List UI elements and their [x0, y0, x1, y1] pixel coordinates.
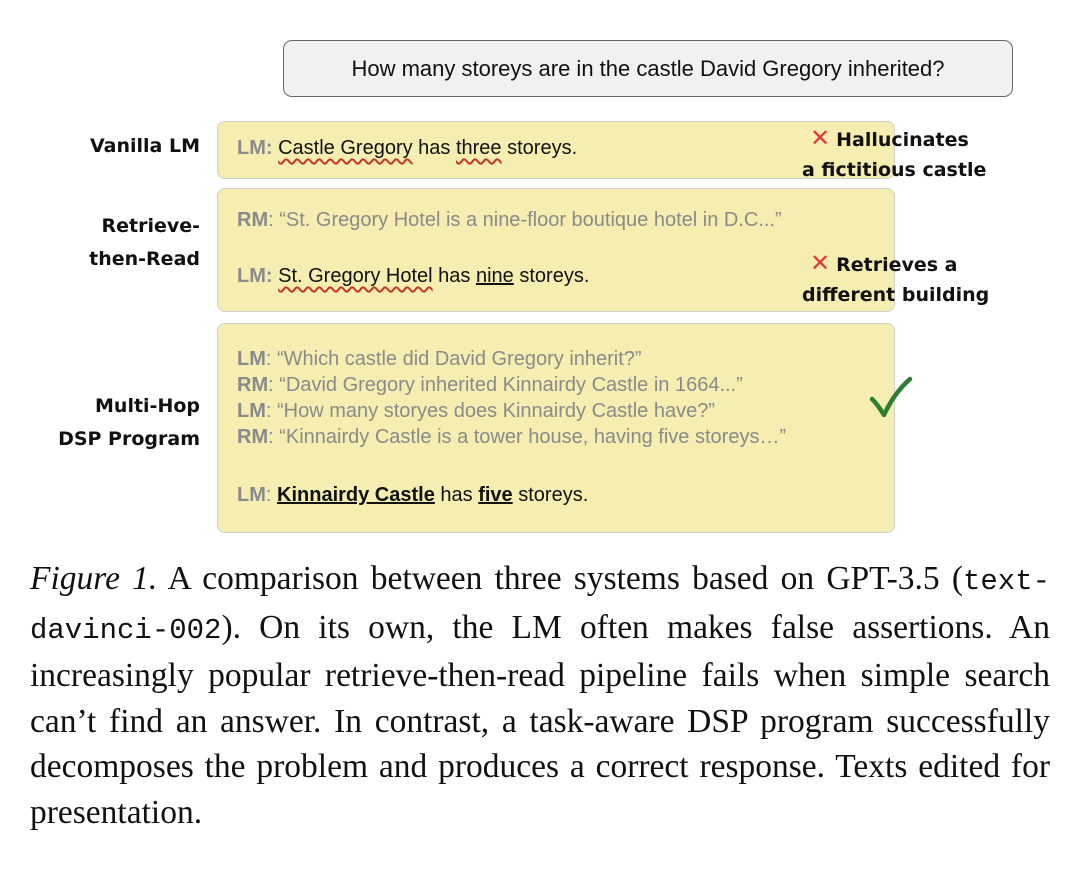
answer-colon: : — [265, 484, 278, 506]
step-text: : “Which castle did David Gregory inheri… — [265, 348, 642, 370]
vanilla-verdict: ✕ Hallucinates a fictitious castle — [802, 123, 986, 185]
dsp-step: LM: “How many storyes does Kinnairdy Cas… — [237, 400, 715, 423]
lm-role-label: LM — [237, 348, 266, 370]
rm-role-label: RM — [237, 426, 269, 448]
answer-text: storeys. — [501, 137, 578, 159]
row-label-line: Retrieve- — [101, 215, 200, 237]
figure-label: Figure 1. — [30, 560, 158, 597]
dsp-step: RM: “Kinnairdy Castle is a tower house, … — [237, 426, 786, 449]
hallucinated-number: three — [455, 137, 502, 159]
row-label-retrieve-then-read: Retrieve- then-Read — [89, 210, 200, 276]
step-text: : “Kinnairdy Castle is a tower house, ha… — [268, 426, 787, 448]
verdict-text: a fictitious castle — [802, 159, 987, 181]
rtr-verdict: ✕ Retrieves a different building — [802, 248, 989, 310]
row-label-text: Vanilla LM — [89, 135, 200, 157]
wrong-entity: St. Gregory Hotel — [278, 265, 433, 287]
checkmark-icon — [869, 376, 913, 418]
row-label-line: then-Read — [89, 248, 200, 270]
question-box: How many storeys are in the castle David… — [283, 40, 1013, 97]
correct-number: five — [478, 484, 513, 506]
rtr-lm-output: LM: St. Gregory Hotel has nine storeys. — [237, 265, 589, 288]
verdict-text: Hallucinates — [836, 129, 969, 151]
figure-caption: Figure 1. A comparison between three sys… — [30, 556, 1050, 835]
step-text: : “How many storyes does Kinnairdy Castl… — [265, 400, 715, 422]
answer-text: has — [434, 484, 479, 506]
cross-icon: ✕ — [810, 249, 831, 277]
answer-text: has — [412, 137, 456, 159]
rm-role-label: RM — [237, 374, 269, 396]
answer-text: storeys. — [513, 265, 590, 287]
dsp-step: RM: “David Gregory inherited Kinnairdy C… — [237, 374, 743, 397]
retrieved-passage: : “St. Gregory Hotel is a nine-floor bou… — [268, 209, 782, 231]
lm-role-label: LM: — [237, 265, 273, 287]
answer-text: has — [432, 265, 476, 287]
question-text: How many storeys are in the castle David… — [351, 55, 945, 81]
lm-role-label: LM: — [237, 137, 273, 159]
rm-role-label: RM — [237, 209, 269, 231]
caption-text: A comparison between three systems based… — [157, 560, 963, 597]
vanilla-lm-output: LM: Castle Gregory has three storeys. — [237, 137, 577, 160]
row-label-vanilla-lm: Vanilla LM — [90, 130, 200, 163]
row-label-line: Multi-Hop — [95, 395, 200, 417]
answer-text: storeys. — [512, 484, 589, 506]
dsp-final-answer: LM: Kinnairdy Castle has five storeys. — [237, 484, 588, 507]
lm-role-label: LM — [237, 400, 266, 422]
verdict-text: Retrieves a — [836, 254, 958, 276]
correct-entity: Kinnairdy Castle — [277, 484, 435, 506]
verdict-text: different building — [802, 284, 990, 306]
wrong-number: nine — [475, 265, 514, 287]
retrieve-then-read-panel — [217, 188, 895, 312]
rtr-retrieval: RM: “St. Gregory Hotel is a nine-floor b… — [237, 209, 782, 232]
hallucinated-entity: Castle Gregory — [278, 137, 413, 159]
step-text: : “David Gregory inherited Kinnairdy Cas… — [268, 374, 743, 396]
cross-icon: ✕ — [810, 124, 831, 152]
dsp-step: LM: “Which castle did David Gregory inhe… — [237, 348, 642, 371]
row-label-line: DSP Program — [58, 428, 200, 450]
row-label-multi-hop-dsp: Multi-Hop DSP Program — [58, 390, 200, 456]
lm-role-label: LM — [237, 484, 266, 506]
